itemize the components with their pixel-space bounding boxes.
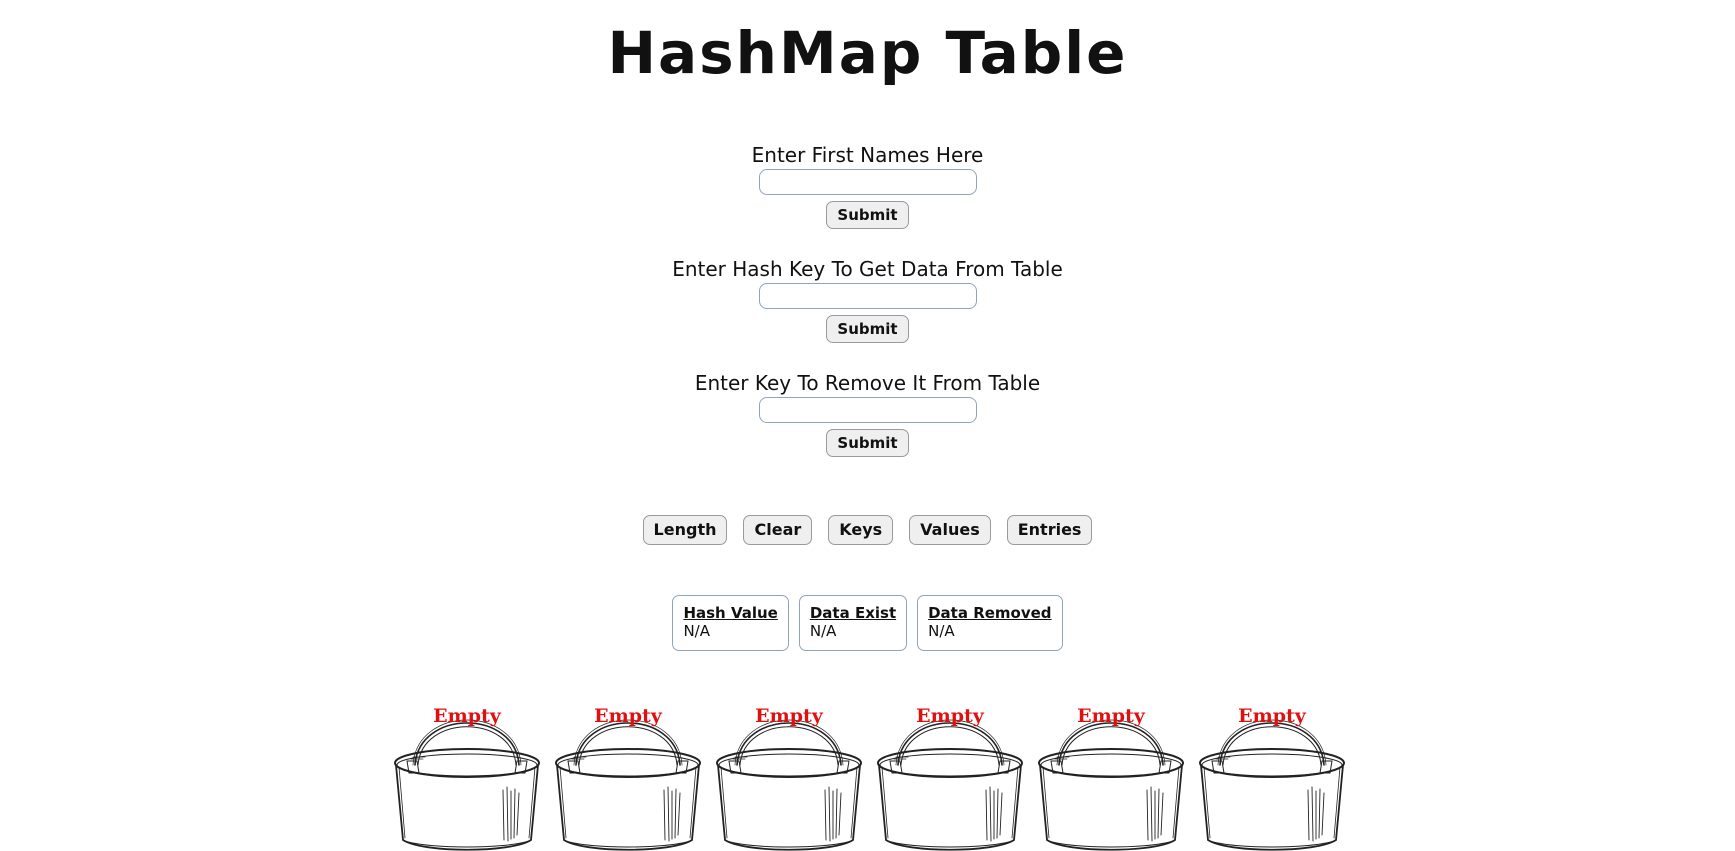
bucket-label: Empty xyxy=(433,705,501,727)
insert-submit-button[interactable]: Submit xyxy=(826,201,909,229)
get-key-input[interactable] xyxy=(758,283,977,309)
hash-value-heading: Hash Value xyxy=(683,604,778,622)
bucket: Empty xyxy=(715,695,863,851)
page-title: HashMap Table xyxy=(607,19,1128,87)
clear-button[interactable]: Clear xyxy=(743,515,813,545)
values-button[interactable]: Values xyxy=(909,515,991,545)
data-exist-text: N/A xyxy=(809,622,837,640)
bucket-label: Empty xyxy=(1238,705,1306,727)
bucket: Empty xyxy=(1198,695,1346,851)
bucket-list: Empty Empty Empty Empty Empty Empty xyxy=(393,695,1353,851)
insert-label: Enter First Names Here xyxy=(751,143,984,167)
data-removed-text: N/A xyxy=(928,622,955,640)
remove-form: Enter Key To Remove It From Table Submit xyxy=(0,371,1735,457)
length-button[interactable]: Length xyxy=(642,515,728,545)
remove-label: Enter Key To Remove It From Table xyxy=(694,371,1041,395)
remove-submit-button[interactable]: Submit xyxy=(826,429,909,457)
bucket: Empty xyxy=(554,695,702,851)
get-submit-button[interactable]: Submit xyxy=(826,315,909,343)
bucket: Empty xyxy=(393,695,541,851)
data-exist-box: Data Exist N/A xyxy=(798,595,908,651)
data-removed-heading: Data Removed xyxy=(928,604,1052,622)
bucket-label: Empty xyxy=(594,705,662,727)
insert-form: Enter First Names Here Submit xyxy=(0,143,1735,229)
data-removed-box: Data Removed N/A xyxy=(917,595,1063,651)
action-buttons: Length Clear Keys Values Entries xyxy=(0,515,1735,545)
data-exist-heading: Data Exist xyxy=(809,604,897,622)
bucket-label: Empty xyxy=(916,705,984,727)
bucket-label: Empty xyxy=(1077,705,1145,727)
entries-button[interactable]: Entries xyxy=(1006,515,1093,545)
get-form: Enter Hash Key To Get Data From Table Su… xyxy=(0,257,1735,343)
hash-value-box: Hash Value N/A xyxy=(672,595,789,651)
bucket: Empty xyxy=(1037,695,1185,851)
hash-value-text: N/A xyxy=(683,622,710,640)
bucket-label: Empty xyxy=(755,705,823,727)
bucket: Empty xyxy=(876,695,1024,851)
keys-button[interactable]: Keys xyxy=(828,515,894,545)
get-label: Enter Hash Key To Get Data From Table xyxy=(672,257,1063,281)
hashmap-page: HashMap Table Enter First Names Here Sub… xyxy=(0,0,1735,851)
remove-key-input[interactable] xyxy=(758,397,977,423)
info-panel: Hash Value N/A Data Exist N/A Data Remov… xyxy=(0,595,1735,651)
insert-input[interactable] xyxy=(758,169,977,195)
